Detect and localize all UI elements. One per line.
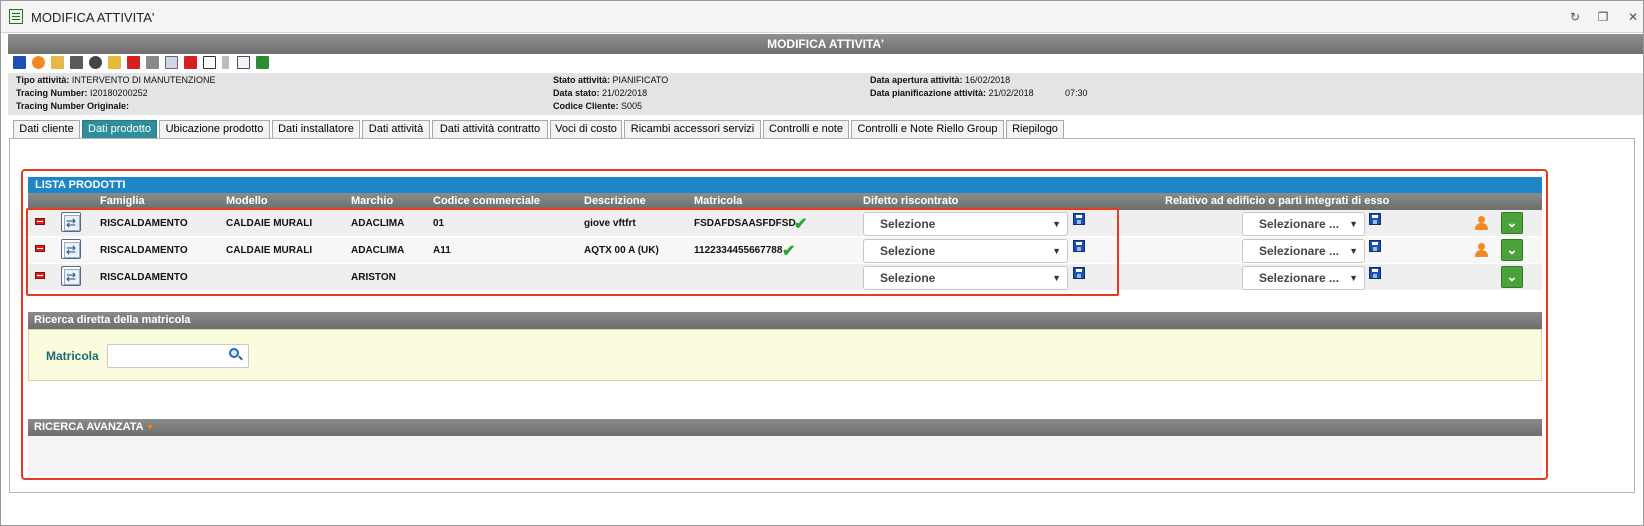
attachment-icon[interactable]: [222, 56, 229, 69]
info-pianificazione-time: 07:30: [1065, 88, 1088, 98]
col-difetto: Difetto riscontrato: [863, 195, 959, 207]
photo-icon[interactable]: [70, 56, 83, 69]
save-icon[interactable]: [1369, 240, 1381, 252]
info-apertura: Data apertura attività: 16/02/2018: [870, 75, 1011, 85]
pdf-icon[interactable]: [184, 56, 197, 69]
delete-icon[interactable]: [127, 56, 140, 69]
info-stato: Stato attività: PIANIFICATO: [553, 75, 669, 85]
app-window: MODIFICA ATTIVITA' ↻ ❐ ✕ MODIFICA ATTIVI…: [0, 0, 1644, 526]
tab-ubicazione-prodotto[interactable]: Ubicazione prodotto: [159, 120, 270, 138]
refresh-icon[interactable]: ↻: [1568, 10, 1582, 24]
ricerca-avanzata-header[interactable]: RICERCA AVANZATA ▼: [28, 419, 1542, 436]
user-icon[interactable]: [1474, 243, 1488, 257]
tab-dati-cliente[interactable]: Dati cliente: [13, 120, 80, 138]
info-pianificazione: Data pianificazione attività: 21/02/2018: [870, 88, 1034, 98]
tab-controlli-riello[interactable]: Controlli e Note Riello Group: [851, 120, 1004, 138]
col-famiglia: Famiglia: [100, 195, 145, 207]
tab-ricambi[interactable]: Ricambi accessori servizi: [624, 120, 761, 138]
matricola-label: Matricola: [46, 349, 99, 363]
printer-icon[interactable]: [203, 56, 216, 69]
report-icon[interactable]: [237, 56, 250, 69]
lista-prodotti-header: LISTA PRODOTTI: [28, 177, 1542, 193]
tab-riepilogo[interactable]: Riepilogo: [1006, 120, 1064, 138]
window-title: MODIFICA ATTIVITA': [31, 10, 155, 25]
image-icon[interactable]: [51, 56, 64, 69]
info-tracing-orig: Tracing Number Originale:: [16, 101, 130, 111]
relativo-select[interactable]: Selezionare ... ▼: [1242, 212, 1365, 236]
matricola-search-input[interactable]: [107, 344, 249, 368]
expand-caret-icon: ▼: [145, 422, 155, 432]
tab-voci-di-costo[interactable]: Voci di costo: [550, 120, 622, 138]
info-data-stato: Data stato: 21/02/2018: [553, 88, 648, 98]
ricerca-avanzata-label: RICERCA AVANZATA: [34, 421, 144, 433]
group-icon[interactable]: [89, 56, 102, 69]
lock-icon[interactable]: [108, 56, 121, 69]
col-marchio: Marchio: [351, 195, 394, 207]
user-icon[interactable]: [1474, 216, 1488, 230]
info-cliente: Codice Cliente: S005: [553, 101, 643, 111]
title-bar: MODIFICA ATTIVITA' ↻ ❐ ✕: [1, 1, 1643, 33]
search-icon[interactable]: [229, 348, 243, 362]
user-icon[interactable]: [32, 56, 45, 69]
col-modello: Modello: [226, 195, 268, 207]
tab-dati-installatore[interactable]: Dati installatore: [272, 120, 360, 138]
expand-button[interactable]: ⌄: [1501, 266, 1523, 288]
expand-button[interactable]: ⌄: [1501, 212, 1523, 234]
col-descrizione: Descrizione: [584, 195, 646, 207]
ricerca-diretta-panel: Matricola: [28, 329, 1542, 381]
col-relativo: Relativo ad edificio o parti integrati d…: [1165, 195, 1390, 207]
tab-controlli-note[interactable]: Controlli e note: [763, 120, 849, 138]
dropdown-arrow-icon: ▼: [1349, 273, 1358, 283]
save-icon[interactable]: [1369, 213, 1381, 225]
relativo-select[interactable]: Selezionare ... ▼: [1242, 266, 1365, 290]
col-codice-commerciale: Codice commerciale: [433, 195, 540, 207]
save-icon[interactable]: [13, 56, 26, 69]
document-edit-icon[interactable]: [165, 56, 178, 69]
expand-button[interactable]: ⌄: [1501, 239, 1523, 261]
relativo-select[interactable]: Selezionare ... ▼: [1242, 239, 1365, 263]
close-icon[interactable]: ✕: [1626, 10, 1640, 24]
info-tipo: Tipo attività: INTERVENTO DI MANUTENZION…: [16, 75, 216, 85]
form-icon: [9, 9, 23, 24]
col-matricola: Matricola: [694, 195, 743, 207]
save-icon[interactable]: [1369, 267, 1381, 279]
activity-info: Tipo attività: INTERVENTO DI MANUTENZION…: [8, 73, 1643, 115]
ricerca-avanzata-panel: [28, 436, 1542, 476]
tab-dati-attivita[interactable]: Dati attività: [362, 120, 430, 138]
info-tracing: Tracing Number: I20180200252: [16, 88, 148, 98]
spreadsheet-icon[interactable]: [256, 56, 269, 69]
dropdown-arrow-icon: ▼: [1349, 219, 1358, 229]
dropdown-arrow-icon: ▼: [1349, 246, 1358, 256]
maximize-icon[interactable]: ❐: [1596, 10, 1610, 24]
tab-dati-attivita-contratto[interactable]: Dati attività contratto: [432, 120, 548, 138]
page-title: MODIFICA ATTIVITA': [8, 34, 1643, 54]
print-icon[interactable]: [146, 56, 159, 69]
tab-dati-prodotto[interactable]: Dati prodotto: [82, 120, 157, 138]
rows-highlight-frame: [26, 208, 1119, 296]
ricerca-diretta-header: Ricerca diretta della matricola: [28, 312, 1542, 329]
